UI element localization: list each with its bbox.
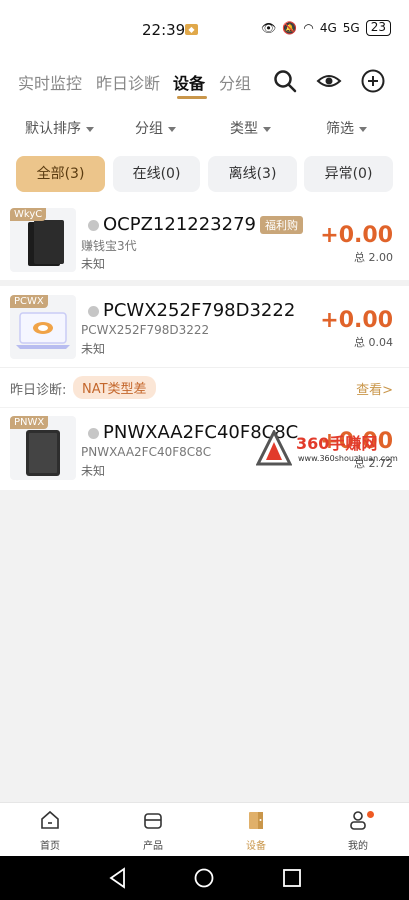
chip-online[interactable]: 在线(0) <box>113 156 200 192</box>
nav-home[interactable]: 首页 <box>20 809 80 852</box>
device-name-text: OCPZ121223279 <box>103 214 256 235</box>
bottom-nav: 首页 产品 设备 我的 <box>0 802 409 856</box>
chevron-down-icon <box>359 126 367 132</box>
top-nav: 实时监控 昨日诊断 设备 分组 <box>0 58 409 106</box>
device-tag: PCWX <box>10 295 48 308</box>
chip-abnormal[interactable]: 异常(0) <box>304 156 393 192</box>
type-dropdown[interactable]: 类型 <box>230 118 271 138</box>
home-icon <box>41 810 59 829</box>
offline-dot-icon <box>88 305 99 317</box>
device-tag: WkyC <box>10 208 47 221</box>
active-tab-indicator <box>177 96 207 99</box>
offline-dot-icon <box>88 427 99 439</box>
promo-badge[interactable]: 福利购 <box>260 216 303 234</box>
device-tag: PNWX <box>10 416 49 429</box>
notification-icon: ◆ <box>185 24 198 35</box>
back-icon[interactable] <box>108 867 128 889</box>
profile-icon <box>350 811 366 830</box>
offline-dot-icon <box>88 219 99 231</box>
notification-dot <box>367 811 374 818</box>
nav-profile[interactable]: 我的 <box>328 809 388 852</box>
device-model: PNWXAA2FC40F8C8C <box>81 445 212 459</box>
nav-devices-label: 设备 <box>246 841 266 852</box>
device-image: WkyC <box>10 208 76 272</box>
device-icon <box>249 812 263 829</box>
sort-dropdown[interactable]: 默认排序 <box>25 118 94 138</box>
search-icon[interactable] <box>272 68 298 94</box>
device-card[interactable]: WkyC OCPZ121223279 福利购 赚钱宝3代 未知 +0.00 总 2… <box>0 200 409 280</box>
watermark: 360手赚网 www.360shouzhuan.com <box>255 428 406 470</box>
diagnosis-view-link[interactable]: 查看> <box>356 379 393 398</box>
system-nav-bar <box>0 856 409 900</box>
status-bar: 22:39 ◆ 👁 🔕 ◠ 4G 5G 23 <box>0 0 409 58</box>
filter-bar: 默认排序 分组 类型 筛选 <box>0 106 409 150</box>
tab-groups[interactable]: 分组 <box>219 70 251 94</box>
nav-profile-label: 我的 <box>348 841 368 852</box>
tab-devices[interactable]: 设备 <box>173 70 205 94</box>
signal-icon-2: 5G <box>342 21 360 35</box>
product-icon <box>144 813 162 829</box>
watermark-logo-icon <box>255 428 293 466</box>
diagnosis-label: 昨日诊断: <box>10 383 67 398</box>
signal-icon: 4G <box>319 21 337 35</box>
nav-products-label: 产品 <box>143 841 163 852</box>
watermark-url: www.360shouzhuan.com <box>298 454 398 463</box>
battery-icon: 23 <box>365 20 391 36</box>
add-device-icon[interactable] <box>360 68 386 94</box>
filter-dropdown[interactable]: 筛选 <box>326 118 367 138</box>
diagnosis-row: 昨日诊断: NAT类型差 查看> <box>0 367 409 407</box>
device-name: OCPZ121223279 福利购 <box>88 214 303 235</box>
earning-today: +0.00 <box>320 308 393 333</box>
device-status: 未知 <box>81 464 106 478</box>
home-button-icon[interactable] <box>193 867 215 889</box>
tab-diagnosis[interactable]: 昨日诊断 <box>96 70 160 94</box>
device-image: PCWX <box>10 295 76 359</box>
earning-total: 总 0.04 <box>354 336 393 349</box>
type-label: 类型 <box>230 121 258 137</box>
device-model: 赚钱宝3代 <box>81 239 137 253</box>
nav-home-label: 首页 <box>40 841 60 852</box>
chip-offline[interactable]: 离线(3) <box>208 156 297 192</box>
filter-label: 筛选 <box>326 121 354 137</box>
state-chips: 全部(3) 在线(0) 离线(3) 异常(0) <box>0 150 409 200</box>
diagnosis-issue: NAT类型差 <box>73 376 156 399</box>
device-name: PCWX252F798D3222 <box>88 300 295 321</box>
tab-realtime[interactable]: 实时监控 <box>18 70 82 94</box>
device-image: PNWX <box>10 416 76 480</box>
eye-toggle-icon[interactable] <box>316 68 342 94</box>
group-label: 分组 <box>135 121 163 137</box>
chevron-down-icon <box>86 126 94 132</box>
wifi-icon: ◠ <box>303 21 314 35</box>
mute-icon: 🔕 <box>282 21 298 35</box>
device-status: 未知 <box>81 257 106 271</box>
nav-products[interactable]: 产品 <box>123 809 183 852</box>
eye-icon: 👁 <box>261 21 277 35</box>
chevron-down-icon <box>168 126 176 132</box>
clock: 22:39 <box>142 21 186 39</box>
watermark-text: 360手赚网 <box>296 434 378 453</box>
earning-today: +0.00 <box>320 223 393 248</box>
chevron-down-icon <box>263 126 271 132</box>
earning-total: 总 2.00 <box>354 251 393 264</box>
device-model: PCWX252F798D3222 <box>81 323 210 337</box>
device-name-text: PCWX252F798D3222 <box>103 300 296 321</box>
nav-devices[interactable]: 设备 <box>226 809 286 852</box>
group-dropdown[interactable]: 分组 <box>135 118 176 138</box>
device-card[interactable]: PCWX PCWX252F798D3222 PCWX252F798D3222 未… <box>0 286 409 367</box>
device-status: 未知 <box>81 342 106 356</box>
status-icons: 👁 🔕 ◠ 4G 5G 23 <box>261 20 391 36</box>
sort-label: 默认排序 <box>25 121 81 137</box>
recents-icon[interactable] <box>282 867 302 889</box>
chip-all[interactable]: 全部(3) <box>16 156 105 192</box>
